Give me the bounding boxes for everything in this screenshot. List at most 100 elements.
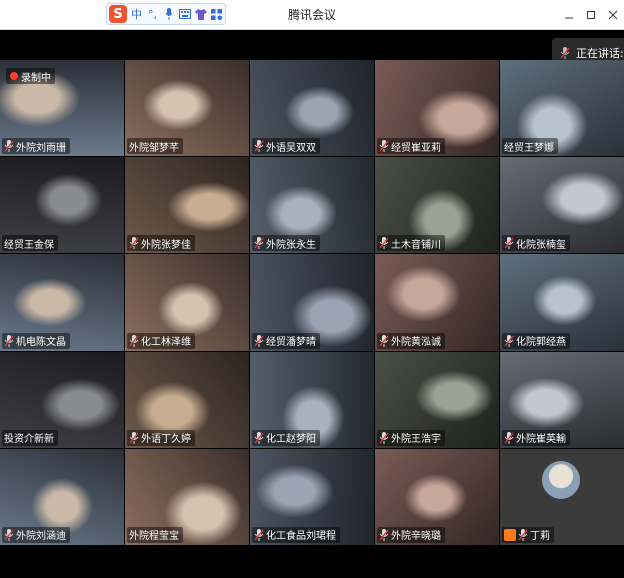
participant-video-tile[interactable]: 外院辛晓璐 (375, 448, 499, 545)
participant-name: 外院邹梦芊 (129, 142, 179, 154)
ime-voice-icon[interactable] (162, 6, 175, 22)
participant-video-tile[interactable]: 经贸崔亚莉 (375, 60, 499, 157)
maximize-icon[interactable] (580, 0, 602, 29)
participant-name-tag: 化工林泽维 (127, 332, 195, 349)
participant-name: 化工食品刘珺程 (266, 531, 336, 543)
recording-dot-icon (10, 72, 18, 80)
participant-name-tag: 外院程莹宝 (127, 526, 183, 543)
mic-muted-icon (379, 237, 389, 250)
participant-name: 经贸崔亚莉 (391, 142, 441, 154)
participant-name-tag: 外院黄泓诚 (377, 332, 445, 349)
speaking-mic-icon (560, 47, 570, 59)
mic-muted-icon (129, 431, 139, 444)
participant-name-tag: 外院王浩宇 (377, 429, 445, 446)
mic-muted-icon (4, 334, 14, 347)
mic-muted-icon (504, 237, 514, 250)
mic-muted-icon (518, 528, 528, 541)
mic-muted-icon (254, 334, 264, 347)
mic-muted-icon (254, 140, 264, 153)
participant-video-tile[interactable]: 外语丁久婷 (125, 351, 249, 448)
participant-name-tag: 外院邹梦芊 (127, 138, 183, 155)
participant-video-tile[interactable]: 投资介新新 (0, 351, 124, 448)
ime-skin-icon[interactable] (194, 6, 207, 22)
participant-name: 经贸潘梦晴 (266, 337, 316, 349)
participant-name: 丁莉 (530, 531, 550, 543)
participant-name-tag: 外院刘涵迪 (2, 526, 70, 543)
participant-video-tile[interactable]: 经贸王梦娜 (500, 60, 624, 157)
participant-name: 机电陈文晶 (16, 337, 66, 349)
participant-video-tile[interactable]: 丁莉 (500, 448, 624, 545)
mic-muted-icon (254, 431, 264, 444)
bottom-bar (0, 545, 624, 578)
participant-name-tag: 化工食品刘珺程 (252, 526, 340, 543)
participant-video-tile[interactable]: 外院邹梦芊 (125, 60, 249, 157)
participant-name-tag: 化院郭经燕 (502, 332, 570, 349)
participant-video-tile[interactable]: 化工食品刘珺程 (250, 448, 374, 545)
participant-video-tile[interactable]: 化工赵梦阳 (250, 351, 374, 448)
participant-video-tile[interactable]: 外院崔英輸 (500, 351, 624, 448)
ime-punctuation-button[interactable]: °, (146, 6, 159, 22)
participant-video-tile[interactable]: 外院程莹宝 (125, 448, 249, 545)
participant-name: 化院郭经燕 (516, 337, 566, 349)
mic-muted-icon (4, 528, 14, 541)
participant-name-tag: 经贸崔亚莉 (377, 138, 445, 155)
mic-muted-icon (379, 140, 389, 153)
participant-video-tile[interactable]: 化工林泽维 (125, 254, 249, 351)
participant-video-tile[interactable]: 外语吴双双 (250, 60, 374, 157)
participant-name: 外院辛晓璐 (391, 531, 441, 543)
ime-keyboard-icon[interactable] (178, 6, 191, 22)
participant-name-tag: 经贸王金保 (2, 235, 58, 252)
video-grid: 录制中 外院刘雨珊 外院邹梦芊 外语吴双双 经贸崔亚莉 经贸王梦娜 经贸王金保 外院张梦佳 外院… (0, 60, 624, 545)
participant-video-tile[interactable]: 外院刘涵迪 (0, 448, 124, 545)
participant-video-tile[interactable]: 外院张永生 (250, 157, 374, 254)
participant-video-tile[interactable]: 录制中外院刘雨珊 (0, 60, 124, 157)
participant-name: 外院程莹宝 (129, 531, 179, 543)
mic-muted-icon (129, 237, 139, 250)
participant-name: 外院刘涵迪 (16, 531, 66, 543)
sogou-logo-icon[interactable]: S (109, 5, 127, 23)
participant-name: 外院刘雨珊 (16, 142, 66, 154)
mic-muted-icon (379, 528, 389, 541)
window-title: 腾讯会议 (287, 8, 336, 22)
participant-name-tag: 土木音铺川 (377, 235, 445, 252)
participant-name-tag: 外院张永生 (252, 235, 320, 252)
participant-name-tag: 经贸王梦娜 (502, 138, 558, 155)
participant-video-tile[interactable]: 外院张梦佳 (125, 157, 249, 254)
participant-name: 外院王浩宇 (391, 434, 441, 446)
participant-video-tile[interactable]: 经贸潘梦晴 (250, 254, 374, 351)
speaking-label: 正在讲话: (576, 47, 624, 60)
participant-name: 外院张梦佳 (141, 239, 191, 251)
ime-chinese-mode-button[interactable]: 中 (130, 6, 143, 22)
participant-video-tile[interactable]: 机电陈文晶 (0, 254, 124, 351)
participant-name-tag: 经贸潘梦晴 (252, 332, 320, 349)
participant-name: 化院张楠玺 (516, 239, 566, 251)
participant-video-tile[interactable]: 化院张楠玺 (500, 157, 624, 254)
mic-muted-icon (254, 237, 264, 250)
participant-name: 化工赵梦阳 (266, 434, 316, 446)
participant-name: 外院黄泓诚 (391, 337, 441, 349)
close-icon[interactable] (602, 0, 624, 29)
participant-name-tag: 外语丁久婷 (127, 429, 195, 446)
participant-video-tile[interactable]: 化院郭经燕 (500, 254, 624, 351)
mic-muted-icon (504, 334, 514, 347)
ime-toolbar[interactable]: S 中 °, (106, 3, 226, 25)
participant-video-tile[interactable]: 外院黄泓诚 (375, 254, 499, 351)
participant-video-tile[interactable]: 经贸王金保 (0, 157, 124, 254)
participant-name: 外语吴双双 (266, 142, 316, 154)
participant-name: 投资介新新 (4, 434, 54, 446)
host-badge-icon (504, 528, 516, 541)
participant-video-tile[interactable]: 土木音铺川 (375, 157, 499, 254)
participant-name-tag: 丁莉 (502, 526, 554, 543)
mic-muted-icon (129, 334, 139, 347)
ime-toolbox-icon[interactable] (210, 6, 223, 22)
minimize-icon[interactable] (558, 0, 580, 29)
participant-name: 土木音铺川 (391, 239, 441, 251)
participant-video-tile[interactable]: 外院王浩宇 (375, 351, 499, 448)
participant-name: 经贸王梦娜 (504, 142, 554, 154)
recording-badge: 录制中 (6, 68, 55, 84)
participant-name-tag: 外语吴双双 (252, 138, 320, 155)
participant-name-tag: 外院辛晓璐 (377, 526, 445, 543)
participant-name: 化工林泽维 (141, 337, 191, 349)
mic-muted-icon (4, 140, 14, 153)
participant-name: 外院张永生 (266, 239, 316, 251)
